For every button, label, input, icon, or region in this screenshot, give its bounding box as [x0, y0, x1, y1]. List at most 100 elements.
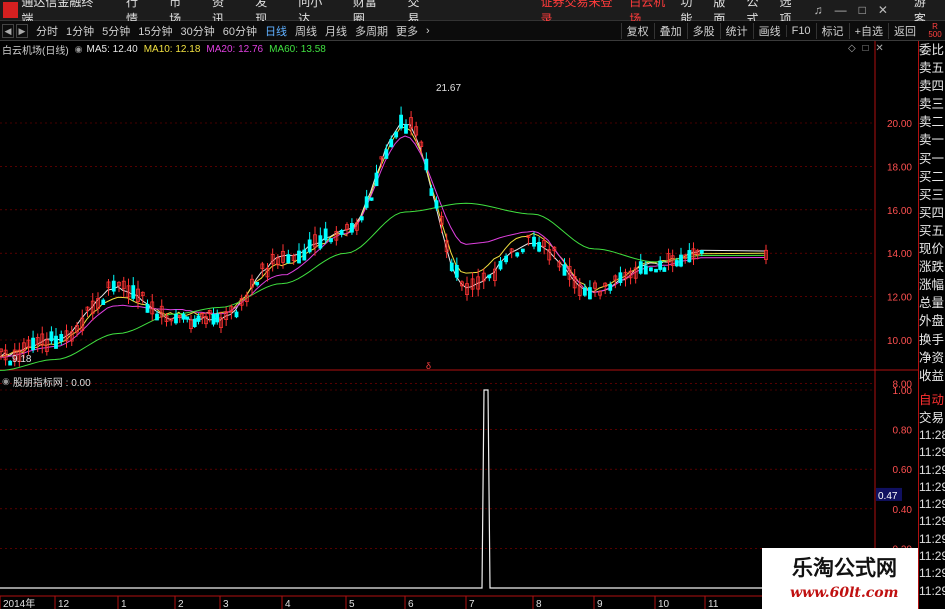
indicator-tick-label: 0.80 [893, 426, 913, 437]
period-5min[interactable]: 5分钟 [98, 23, 134, 39]
period-1min[interactable]: 1分钟 [62, 23, 98, 39]
ma10-label: MA10: 12.18 [143, 43, 201, 55]
candle-body [59, 333, 64, 342]
quote-label: 委比 [919, 43, 945, 57]
cursor-value-label: 0.47 [878, 491, 898, 502]
candle-body [394, 131, 399, 138]
period-more[interactable]: 更多 [392, 23, 422, 39]
candle-body [498, 260, 503, 270]
trade-time: 11:29 [919, 549, 945, 564]
candle-body [487, 274, 492, 279]
candle-body [638, 261, 643, 274]
trade-time: 11:29 [919, 531, 945, 546]
kline-chart[interactable]: 20.0018.0016.0014.0012.0010.008.001.000.… [0, 41, 918, 609]
quote-label: 卖二 [919, 115, 945, 130]
period-60min[interactable]: 60分钟 [219, 23, 261, 39]
trade-time: 11:28 [919, 427, 945, 442]
candle-body [350, 223, 354, 233]
candle-body [649, 267, 653, 272]
quote-label: 净资 [919, 350, 945, 365]
tool-multi-stock[interactable]: 多股 [686, 22, 720, 39]
tool-overlay[interactable]: 叠加 [653, 22, 687, 39]
trade-time: 11:29 [919, 479, 945, 494]
trade-time: 11:29 [919, 497, 945, 512]
candle-body [297, 250, 301, 264]
diamond-icon[interactable]: ◇ [848, 43, 856, 54]
trade-time: 11:29 [919, 514, 945, 529]
candle-body [364, 196, 369, 208]
candle-body [329, 238, 333, 243]
trade-time: 11:29 [919, 583, 945, 598]
period-30min[interactable]: 30分钟 [177, 23, 219, 39]
date-tick-label: 5 [349, 599, 355, 609]
trade-time: 11:29 [919, 566, 945, 581]
tool-adjust[interactable]: 复权 [620, 22, 654, 39]
quote-labels: 委比 卖五 卖四 卖三 卖二 卖一 买一 买二 买三 买四 买五 现价 涨跌 涨幅 总量 外盘 换手 净资 收益 [919, 41, 945, 385]
candle-body [307, 239, 312, 253]
date-tick-label: 4 [285, 599, 291, 609]
trade-time: 11:29 [919, 462, 945, 477]
maximize-icon[interactable]: □ [853, 3, 872, 17]
minimize-icon[interactable]: — [829, 3, 853, 17]
candle-body [674, 260, 679, 267]
watermark-url: www.60lt.com [790, 585, 899, 601]
quote-label: 卖三 [919, 97, 945, 112]
date-tick-label: 2 [178, 599, 184, 609]
candle-body [196, 315, 201, 322]
period-tick[interactable]: 分时 [32, 23, 62, 39]
price-tick-label: 14.00 [887, 249, 912, 260]
max-icon[interactable]: □ [862, 43, 868, 54]
next-arrow-icon[interactable]: ▶ [16, 23, 28, 38]
candle-body [618, 272, 623, 283]
candle-body [399, 114, 403, 129]
chevron-right-icon[interactable]: › [422, 25, 434, 37]
date-tick-label: 6 [408, 599, 414, 609]
corner-badge: R 500 [925, 22, 945, 39]
tool-statistics[interactable]: 统计 [719, 22, 753, 39]
date-tick-label: 11 [708, 599, 719, 609]
tool-draw[interactable]: 画线 [752, 22, 786, 39]
auto-label[interactable]: 自动 [919, 391, 945, 409]
close-icon[interactable]: ✕ [872, 3, 894, 17]
stock-name: 白云机场(日线) [2, 45, 69, 57]
candle-body [608, 284, 613, 291]
candle-body [31, 337, 35, 351]
indicator-tick-label: 0.40 [893, 505, 913, 516]
ma-line-ma20 [0, 135, 766, 358]
period-15min[interactable]: 15分钟 [134, 23, 176, 39]
app-window: 通达信金融终端 行情 市场 资讯 发现 问小达 财富圈 交易 证券交易未登录 白… [0, 0, 945, 609]
candle-body [49, 331, 54, 342]
tool-add-watchlist[interactable]: +自选 [848, 22, 888, 39]
settings-dot-icon[interactable]: ◉ [2, 376, 10, 387]
close-icon[interactable]: ✕ [875, 43, 883, 54]
headset-icon[interactable]: ♫ [808, 3, 829, 17]
settings-dot-icon[interactable]: ◉ [75, 44, 83, 55]
period-multi[interactable]: 多周期 [351, 23, 392, 39]
date-tick-label: 10 [658, 599, 670, 609]
candle-body [155, 313, 159, 321]
candle-body [562, 264, 567, 276]
trade-time: 11:29 [919, 445, 945, 460]
low-annotation: 9.18 [12, 354, 32, 365]
period-weekly[interactable]: 周线 [291, 23, 321, 39]
candle-body [654, 268, 658, 273]
indicator-tick-label: 1.00 [893, 386, 913, 397]
tool-mark[interactable]: 标记 [815, 22, 849, 39]
menu-bar: 通达信金融终端 行情 市场 资讯 发现 问小达 财富圈 交易 证券交易未登录 白… [0, 0, 945, 26]
candle-body [643, 265, 648, 275]
quote-label: 现价 [919, 242, 945, 257]
corner-badge-bottom: 500 [928, 29, 942, 39]
quote-label: 买二 [919, 169, 945, 184]
trade-times: 11:28 11:29 11:29 11:29 11:29 11:29 11:29 11:29… [919, 427, 945, 600]
tool-f10[interactable]: F10 [785, 24, 816, 37]
date-tick-label: 3 [223, 599, 229, 609]
prev-arrow-icon[interactable]: ◀ [2, 23, 14, 38]
period-monthly[interactable]: 月线 [321, 23, 351, 39]
candle-body [181, 313, 186, 320]
quote-label: 买三 [919, 187, 945, 202]
candle-body [434, 200, 439, 209]
candle-body [286, 254, 291, 264]
tool-back[interactable]: 返回 [888, 22, 921, 39]
period-daily[interactable]: 日线 [261, 23, 291, 39]
candle-body [424, 158, 429, 171]
